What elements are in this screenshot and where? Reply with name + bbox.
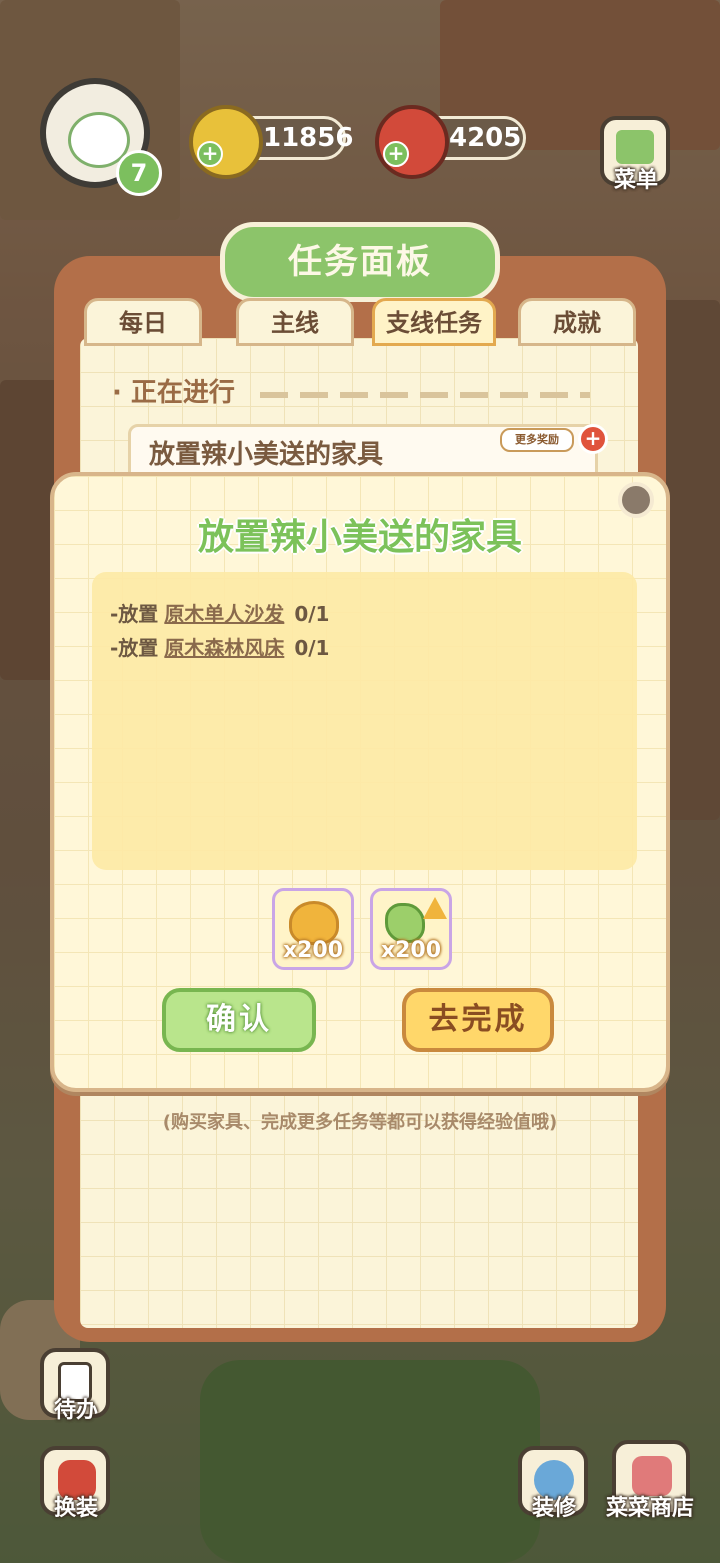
more-rewards-badge: 更多奖励 (500, 428, 574, 452)
shop-label: 菜菜商店 (605, 1496, 694, 1521)
task-board-title: 任务面板 (220, 222, 500, 302)
experience-hint: (购买家具、完成更多任务等都可以获得经验值哦) (162, 1112, 558, 1133)
requirement-prefix: -放置 (110, 602, 159, 626)
go-complete-button[interactable]: 去完成 (402, 988, 554, 1052)
requirement-progress: 0/1 (294, 602, 330, 626)
todo-label: 待办 (53, 1398, 98, 1423)
dialog-title: 放置辣小美送的家具 (197, 517, 522, 558)
reward-slot-coins[interactable]: x200 (272, 888, 354, 970)
arrow-up-icon (423, 897, 447, 919)
menu-book-icon (616, 130, 654, 164)
requirement-row: -放置 原木单人沙发 0/1 (110, 598, 329, 627)
menu-label: 菜单 (613, 168, 658, 193)
requirement-item-link[interactable]: 原木单人沙发 (164, 602, 284, 626)
coin-value: 11856 (263, 123, 354, 153)
food-value: 4205 (449, 123, 522, 153)
tab-daily[interactable]: 每日 (84, 298, 202, 346)
tomato-icon (375, 105, 449, 179)
requirement-progress: 0/1 (294, 636, 330, 660)
coin-icon (189, 105, 263, 179)
tab-main[interactable]: 主线 (236, 298, 354, 346)
decorate-label: 装修 (531, 1496, 576, 1521)
exp-up-icon (385, 903, 425, 943)
confirm-button[interactable]: 确认 (162, 988, 316, 1052)
reward-slot-exp[interactable]: x200 (370, 888, 452, 970)
in-progress-heading: · 正在进行 (112, 378, 235, 408)
requirement-row: -放置 原木森林风床 0/1 (110, 632, 329, 661)
reward-count: x200 (282, 938, 344, 963)
coin-counter[interactable]: + 11856 (189, 105, 353, 179)
requirement-prefix: -放置 (110, 636, 159, 660)
more-rewards-label: 更多奖励 (515, 433, 559, 446)
player-level-badge: 7 (116, 150, 162, 196)
requirement-item-link[interactable]: 原木森林风床 (164, 636, 284, 660)
tab-achievements[interactable]: 成就 (518, 298, 636, 346)
reward-count: x200 (380, 938, 442, 963)
food-counter[interactable]: + 4205 (375, 105, 526, 179)
section-divider (260, 392, 590, 398)
more-rewards-plus-icon[interactable]: + (578, 424, 608, 454)
tab-side-quests[interactable]: 支线任务 (372, 298, 496, 346)
task-card-title: 放置辣小美送的家具 (149, 440, 384, 470)
add-coin-icon[interactable]: + (197, 141, 223, 167)
dress-up-label: 换装 (53, 1496, 98, 1521)
add-food-icon[interactable]: + (383, 141, 409, 167)
